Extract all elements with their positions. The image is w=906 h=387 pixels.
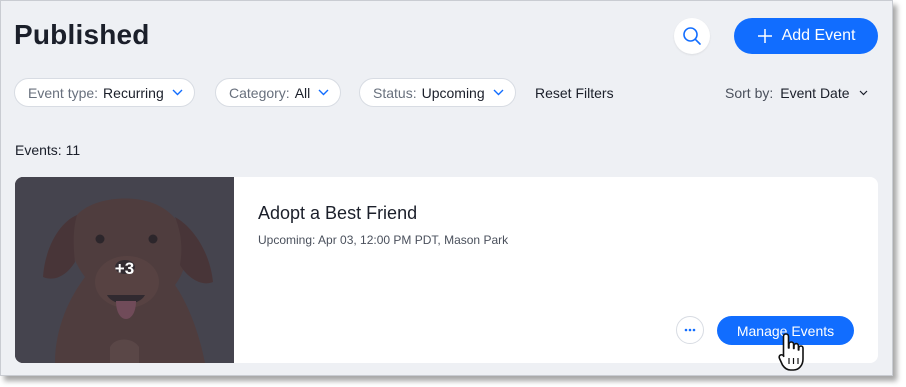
add-event-label: Add Event	[781, 27, 856, 44]
filter-event-type[interactable]: Event type: Recurring	[14, 78, 195, 107]
filter-category[interactable]: Category: All	[215, 78, 342, 107]
filter-value: Upcoming	[421, 84, 485, 101]
event-title[interactable]: Adopt a Best Friend	[258, 203, 417, 224]
events-count: Events: 11	[15, 142, 81, 158]
search-icon	[683, 27, 701, 45]
chevron-down-icon	[859, 90, 867, 96]
filter-key: Event type:	[28, 84, 99, 101]
event-image[interactable]: +3	[15, 177, 234, 363]
image-overlay-count: +3	[114, 259, 135, 278]
sort-value: Event Date	[780, 85, 850, 101]
filter-key: Status:	[373, 84, 417, 101]
chevron-down-icon	[172, 89, 183, 96]
plus-icon	[757, 29, 772, 43]
filter-value: All	[294, 84, 311, 101]
event-card[interactable]: +3 Adopt a Best Friend Upcoming: Apr 03,…	[15, 177, 878, 363]
sort-label: Sort by:	[725, 85, 774, 101]
event-details: Upcoming: Apr 03, 12:00 PM PDT, Mason Pa…	[258, 233, 509, 247]
filter-value: Recurring	[103, 84, 164, 101]
chevron-down-icon	[493, 89, 504, 96]
sort-dropdown[interactable]: Sort by: Event Date	[725, 85, 868, 101]
more-icon	[684, 328, 696, 332]
page-title: Published	[14, 19, 150, 50]
add-event-button[interactable]: Add Event	[734, 18, 878, 54]
reset-filters-link[interactable]: Reset Filters	[535, 85, 614, 101]
search-button[interactable]	[674, 18, 710, 54]
filter-status[interactable]: Status: Upcoming	[359, 78, 516, 107]
more-actions-button[interactable]	[676, 316, 704, 344]
hand-pointer-cursor-icon	[778, 333, 804, 371]
chevron-down-icon	[318, 89, 329, 96]
app-window: Published Add Event Event type: Recurrin…	[0, 0, 893, 376]
filter-key: Category:	[229, 84, 290, 101]
